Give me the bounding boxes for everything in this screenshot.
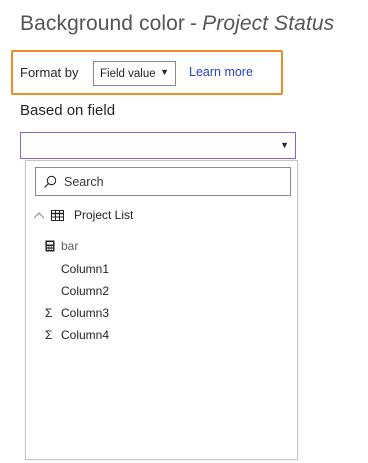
field-item-column1[interactable]: Column1 bbox=[45, 262, 285, 278]
field-dropdown-list: Search Project List bar Column1 Column2 … bbox=[25, 160, 298, 460]
panel-title-separator: - bbox=[190, 12, 198, 35]
panel-title-prefix: Background color bbox=[20, 12, 186, 35]
panel-title-field: Project Status bbox=[202, 12, 335, 35]
field-label: Column2 bbox=[61, 284, 110, 298]
caret-down-icon: ▼ bbox=[160, 67, 169, 77]
table-node-project-list[interactable]: Project List bbox=[33, 208, 133, 222]
field-item-bar[interactable]: bar bbox=[45, 239, 285, 255]
format-by-select[interactable]: Field value ▼ bbox=[93, 61, 176, 86]
field-label: Column3 bbox=[61, 306, 110, 320]
field-item-column2[interactable]: Column2 bbox=[45, 284, 285, 300]
calculator-icon bbox=[45, 240, 55, 252]
based-on-field-label: Based on field bbox=[20, 102, 116, 119]
sigma-icon: Σ bbox=[45, 306, 53, 320]
field-label: bar bbox=[61, 239, 79, 253]
based-on-field-select[interactable]: ▼ bbox=[20, 132, 296, 159]
sigma-icon: Σ bbox=[45, 328, 53, 342]
table-name: Project List bbox=[74, 208, 134, 222]
search-icon bbox=[44, 175, 57, 188]
format-background-color-panel: Background color - Project Status Format b… bbox=[0, 0, 368, 463]
search-placeholder: Search bbox=[64, 175, 104, 189]
caret-down-icon: ▼ bbox=[280, 140, 289, 150]
learn-more-link[interactable]: Learn more bbox=[189, 65, 253, 79]
format-by-label: Format by bbox=[20, 65, 79, 80]
panel-title: Background color - Project Status bbox=[20, 12, 334, 36]
field-label: Column4 bbox=[61, 328, 110, 342]
field-item-column3[interactable]: Σ Column3 bbox=[45, 306, 285, 322]
format-by-select-value: Field value bbox=[100, 67, 156, 80]
field-search-input[interactable]: Search bbox=[35, 167, 291, 196]
field-item-column4[interactable]: Σ Column4 bbox=[45, 328, 285, 344]
field-label: Column1 bbox=[61, 262, 110, 276]
chevron-up-icon[interactable] bbox=[33, 210, 45, 220]
table-icon bbox=[51, 209, 64, 221]
